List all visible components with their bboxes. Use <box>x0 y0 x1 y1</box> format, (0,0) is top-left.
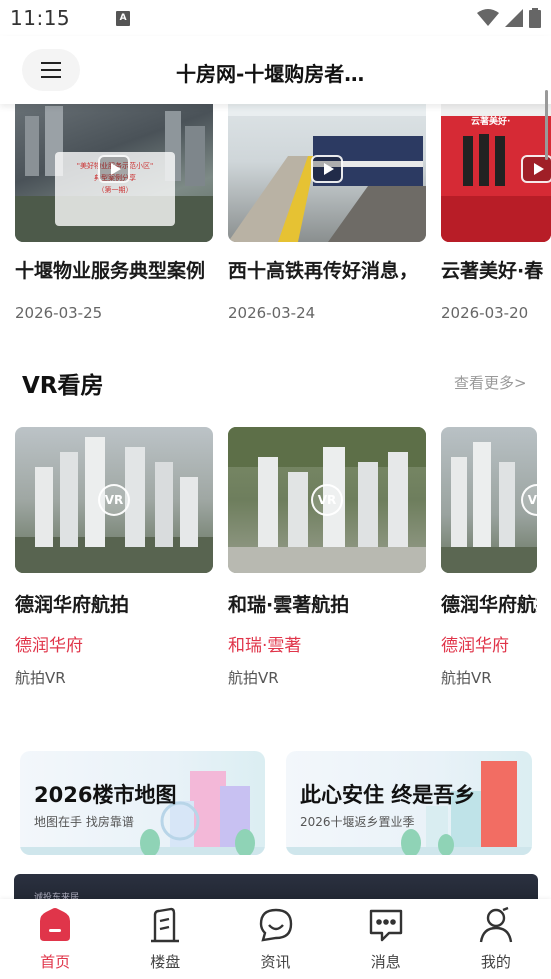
map-banner[interactable]: 2026楼市地图 地图在手 找房靠谱 <box>20 751 265 855</box>
vr-section-title: VR看房 <box>22 373 104 399</box>
vr-more-link[interactable]: 查看更多> <box>454 372 527 393</box>
news-chat-icon <box>256 905 296 945</box>
signal-icon <box>505 9 523 27</box>
news-date: 2026-03-25 <box>15 304 103 322</box>
menu-button[interactable] <box>22 49 80 91</box>
vr-thumbnail[interactable]: VR <box>15 427 213 573</box>
app-header: 十房网-十堰购房者… <box>0 36 551 104</box>
profile-icon <box>476 905 516 945</box>
vr-item-tag: 航拍VR <box>228 669 279 687</box>
tab-label: 消息 <box>370 953 401 971</box>
news-thumbnail <box>228 104 426 242</box>
tab-label: 我的 <box>480 953 511 971</box>
news-thumbnail: "美好物业服务示范小区" 典型案例分享 （第一期） <box>15 104 213 242</box>
news-carousel[interactable]: "美好物业服务示范小区" 典型案例分享 （第一期） 十堰物业服务典型案例 202… <box>0 104 551 334</box>
news-date: 2026-03-24 <box>228 304 316 322</box>
vr-item-title[interactable]: 德润华府航拍 <box>15 590 129 617</box>
vr-item-project[interactable]: 德润华府 <box>15 631 83 656</box>
banner-subtitle: 2026十堰返乡置业季 <box>300 815 415 829</box>
vr-item-title[interactable]: 和瑞·雲著航拍 <box>228 590 349 617</box>
vr-item-tag: 航拍VR <box>15 669 66 687</box>
banner-title: 此心安住 终是吾乡 <box>300 783 476 807</box>
tab-label: 楼盘 <box>150 953 181 971</box>
tab-home[interactable]: 首页 <box>0 899 110 979</box>
vr-thumbnail[interactable]: VR <box>228 427 426 573</box>
banner-title: 2026楼市地图 <box>34 783 177 807</box>
news-thumb-overlay-text: 云著美好· <box>471 117 511 127</box>
news-title: 云著美好·春 <box>441 260 544 282</box>
status-icons <box>477 8 541 28</box>
vr-item-project[interactable]: 和瑞·雲著 <box>228 631 301 656</box>
news-title: 西十高铁再传好消息， <box>228 260 419 282</box>
page-title: 十房网-十堰购房者… <box>176 62 365 86</box>
status-bar: 11:15 A <box>0 0 551 36</box>
status-time: 11:15 <box>10 6 71 30</box>
bottom-tab-bar: 首页 楼盘 资讯 消息 我的 <box>0 899 551 979</box>
menu-icon-line <box>41 76 61 78</box>
menu-icon-line <box>41 62 61 64</box>
news-thumbnail: 云著美好· <box>441 104 551 242</box>
tab-news[interactable]: 资讯 <box>220 899 330 979</box>
vr-icon: VR <box>311 484 343 516</box>
wifi-icon <box>477 9 499 26</box>
tab-label: 首页 <box>40 953 71 971</box>
scroll-indicator[interactable] <box>545 90 548 160</box>
tab-label: 资讯 <box>260 953 291 971</box>
battery-icon <box>529 8 541 28</box>
message-icon <box>366 905 406 945</box>
vr-thumbnail[interactable]: VR <box>441 427 537 573</box>
building-icon <box>145 905 185 945</box>
vr-item-title[interactable]: 德润华府航拍 <box>441 590 537 617</box>
news-date: 2026-03-20 <box>441 304 529 322</box>
banner-subtitle: 地图在手 找房靠谱 <box>34 815 134 829</box>
sim-icon: A <box>116 10 131 26</box>
vr-item-project[interactable]: 德润华府 <box>441 631 509 656</box>
tab-profile[interactable]: 我的 <box>441 899 551 979</box>
home-icon <box>35 905 75 945</box>
news-title: 十堰物业服务典型案例 <box>15 260 206 282</box>
play-icon <box>98 155 130 183</box>
homecoming-banner[interactable]: 此心安住 终是吾乡 2026十堰返乡置业季 <box>286 751 532 855</box>
play-icon <box>311 155 343 183</box>
tab-buildings[interactable]: 楼盘 <box>110 899 220 979</box>
vr-item-tag: 航拍VR <box>441 669 492 687</box>
menu-icon-line <box>41 69 61 71</box>
tab-messages[interactable]: 消息 <box>331 899 441 979</box>
vr-icon: VR <box>98 484 130 516</box>
